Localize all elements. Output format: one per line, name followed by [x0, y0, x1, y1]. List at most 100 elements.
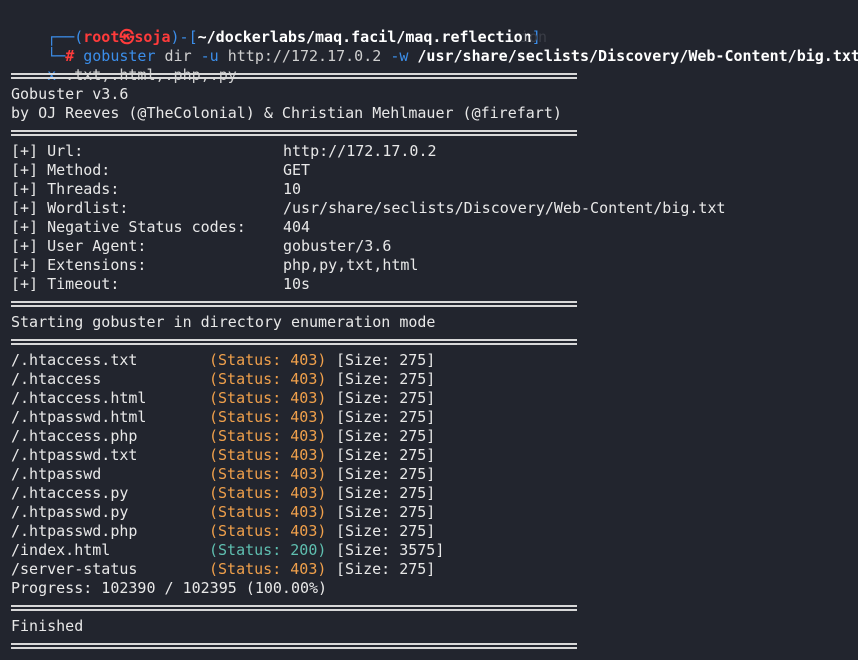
config-key: [+] Wordlist: — [11, 199, 129, 217]
config-value: 10s — [283, 275, 311, 293]
result-path: /.htaccess.php — [11, 427, 138, 445]
config-row: [+] Timeout: 10s — [11, 275, 858, 294]
config-key: [+] Extensions: — [11, 256, 147, 274]
result-path: /.htpasswd.php — [11, 522, 138, 540]
result-status: (Status: 403) — [209, 408, 327, 426]
command-subcommand: dir — [155, 47, 201, 65]
result-path: /.htaccess.py — [11, 484, 129, 502]
result-row: /.htaccess.html (Status: 403) [Size: 275] — [11, 389, 858, 408]
result-path: /.htpasswd.txt — [11, 446, 138, 464]
prompt-symbol: # — [65, 47, 75, 65]
result-path: /.htpasswd — [11, 465, 102, 483]
config-key: [+] Method: — [11, 161, 111, 179]
config-key: [+] Url: — [11, 142, 84, 160]
separator — [11, 332, 858, 351]
config-key: [+] Threads: — [11, 180, 120, 198]
config-row: [+] Extensions: php,py,txt,html — [11, 256, 858, 275]
config-row: [+] User Agent: gobuster/3.6 — [11, 237, 858, 256]
config-value: gobuster/3.6 — [283, 237, 392, 255]
result-size: [Size: 275] — [336, 560, 436, 578]
result-row: /.htpasswd.txt (Status: 403) [Size: 275] — [11, 446, 858, 465]
banner-authors: by OJ Reeves (@TheColonial) & Christian … — [11, 104, 562, 122]
result-size: [Size: 275] — [336, 522, 436, 540]
result-row: /.htpasswd.py (Status: 403) [Size: 275] — [11, 503, 858, 522]
config-value: php,py,txt,html — [283, 256, 419, 274]
result-path: /server-status — [11, 560, 138, 578]
result-row: /.htaccess (Status: 403) [Size: 275] — [11, 370, 858, 389]
config-key: [+] User Agent: — [11, 237, 147, 255]
config-row: [+] Negative Status codes: 404 — [11, 218, 858, 237]
url-argument: http://172.17.0.2 — [218, 47, 391, 65]
result-size: [Size: 275] — [336, 370, 436, 388]
config-key: [+] Timeout: — [11, 275, 120, 293]
result-row: /.htaccess.txt (Status: 403) [Size: 275] — [11, 351, 858, 370]
wordlist-argument: /usr/share/seclists/Discovery/Web-Conten… — [408, 47, 858, 65]
config-value: 404 — [283, 218, 311, 236]
mode-line: Starting gobuster in directory enumerati… — [11, 313, 436, 331]
separator — [11, 598, 858, 617]
result-status: (Status: 403) — [209, 465, 327, 483]
result-row: /.htaccess.php (Status: 403) [Size: 275] — [11, 427, 858, 446]
result-status: (Status: 200) — [209, 541, 327, 559]
flag-w: -w — [390, 47, 409, 65]
prompt-bracket: )-[ — [170, 28, 198, 46]
result-status: (Status: 403) — [209, 446, 327, 464]
skull-icon: ㉿ — [119, 28, 135, 46]
result-size: [Size: 275] — [336, 484, 436, 502]
result-path: /.htpasswd.py — [11, 503, 129, 521]
result-status: (Status: 403) — [209, 560, 327, 578]
result-size: [Size: 275] — [336, 408, 436, 426]
config-block: [+] Url: http://172.17.0.2 [+] Method: GET… — [11, 142, 858, 294]
result-size: [Size: 275] — [336, 503, 436, 521]
separator — [11, 66, 858, 85]
terminal-window[interactable]: ┌──(root㉿soja)-[~/dockerlabs/maq.facil/m… — [0, 0, 858, 660]
result-status: (Status: 403) — [209, 522, 327, 540]
result-status: (Status: 403) — [209, 503, 327, 521]
prompt-host: soja — [134, 28, 171, 46]
result-size: [Size: 275] — [336, 389, 436, 407]
result-row: /server-status (Status: 403) [Size: 275] — [11, 560, 858, 579]
config-value: /usr/share/seclists/Discovery/Web-Conten… — [283, 199, 726, 217]
config-value: 10 — [283, 180, 302, 198]
result-size: [Size: 275] — [336, 465, 436, 483]
config-key: [+] Negative Status codes: — [11, 218, 246, 236]
banner-version: Gobuster v3.6 — [11, 85, 129, 103]
result-path: /.htpasswd.html — [11, 408, 147, 426]
result-status: (Status: 403) — [209, 351, 327, 369]
separator — [11, 294, 858, 313]
prompt-corner-top: ┌──( — [47, 28, 84, 46]
result-row: /.htpasswd.html (Status: 403) [Size: 275] — [11, 408, 858, 427]
prompt-ghost-text: ion — [520, 28, 548, 46]
prompt-cwd: ~/dockerlabs/maq.facil/maq.reflection — [197, 28, 532, 46]
separator — [11, 123, 858, 142]
result-status: (Status: 403) — [209, 484, 327, 502]
flag-u: -u — [200, 47, 219, 65]
prompt-user: root — [83, 28, 120, 46]
result-status: (Status: 403) — [209, 427, 327, 445]
result-row: /.htaccess.py (Status: 403) [Size: 275] — [11, 484, 858, 503]
results-list: /.htaccess.txt (Status: 403) [Size: 275]/.… — [11, 351, 858, 579]
result-path: /.htaccess — [11, 370, 102, 388]
result-row: /index.html (Status: 200) [Size: 3575] — [11, 541, 858, 560]
progress-line: Progress: 102390 / 102395 (100.00%) — [11, 579, 328, 597]
result-row: /.htpasswd.php (Status: 403) [Size: 275] — [11, 522, 858, 541]
command-name: gobuster — [83, 47, 156, 65]
result-path: /index.html — [11, 541, 111, 559]
finished-line: Finished — [11, 617, 84, 635]
prompt-corner-bottom: └─ — [47, 47, 66, 65]
prompt-header: ┌──(root㉿soja)-[~/dockerlabs/maq.facil/m… — [11, 9, 858, 46]
result-path: /.htaccess.html — [11, 389, 147, 407]
config-row: [+] Wordlist: /usr/share/seclists/Discove… — [11, 199, 858, 218]
config-value: GET — [283, 161, 311, 179]
result-size: [Size: 3575] — [336, 541, 445, 559]
config-row: [+] Threads: 10 — [11, 180, 858, 199]
config-row: [+] Url: http://172.17.0.2 — [11, 142, 858, 161]
result-status: (Status: 403) — [209, 389, 327, 407]
config-row: [+] Method: GET — [11, 161, 858, 180]
separator — [11, 636, 858, 655]
result-row: /.htpasswd (Status: 403) [Size: 275] — [11, 465, 858, 484]
config-value: http://172.17.0.2 — [283, 142, 437, 160]
result-size: [Size: 275] — [336, 427, 436, 445]
result-size: [Size: 275] — [336, 446, 436, 464]
result-status: (Status: 403) — [209, 370, 327, 388]
